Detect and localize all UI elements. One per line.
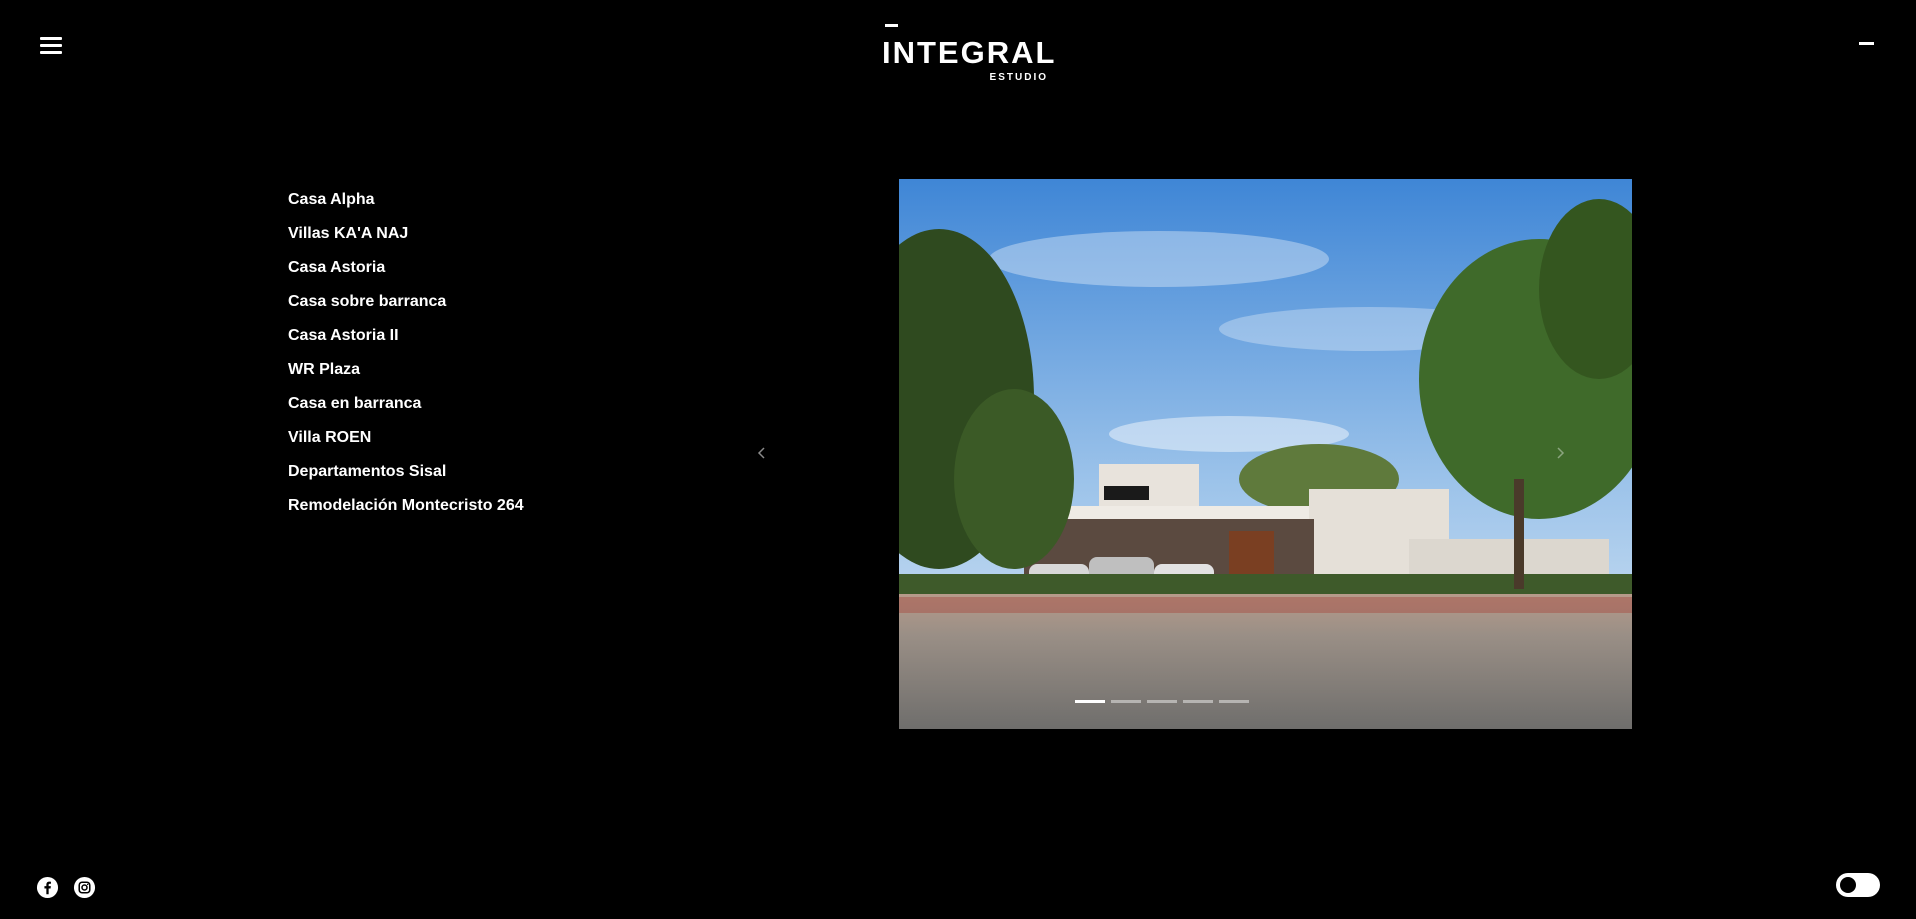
project-item[interactable]: Casa Alpha (288, 190, 524, 224)
project-item[interactable]: Villa ROEN (288, 428, 524, 462)
social-links (36, 876, 96, 899)
menu-button[interactable] (40, 37, 62, 57)
project-item[interactable]: Casa en barranca (288, 394, 524, 428)
slider-dot[interactable] (1147, 700, 1177, 703)
logo-subtitle: ESTUDIO (989, 72, 1048, 83)
chevron-left-icon[interactable] (756, 445, 768, 461)
theme-toggle-switch[interactable] (1836, 873, 1880, 897)
hamburger-menu-icon (40, 37, 62, 40)
slider-dot[interactable] (1183, 700, 1213, 703)
chevron-right-icon[interactable] (1554, 445, 1566, 461)
project-item[interactable]: Casa Astoria II (288, 326, 524, 360)
logo-accent-bar (885, 24, 898, 27)
slider-dot[interactable] (1075, 700, 1105, 703)
project-item[interactable]: Casa sobre barranca (288, 292, 524, 326)
project-image-slider[interactable] (899, 179, 1632, 729)
project-item[interactable]: WR Plaza (288, 360, 524, 394)
project-render-image (899, 179, 1632, 729)
project-list: Casa Alpha Villas KA'A NAJ Casa Astoria … (288, 190, 524, 530)
slider-pagination (1075, 700, 1249, 703)
slider-dot[interactable] (1111, 700, 1141, 703)
project-item[interactable]: Remodelación Montecristo 264 (288, 496, 524, 530)
project-item[interactable]: Departamentos Sisal (288, 462, 524, 496)
toggle-knob (1840, 877, 1856, 893)
project-item[interactable]: Villas KA'A NAJ (288, 224, 524, 258)
logo-wordmark: INTEGRAL (882, 35, 1057, 70)
minus-icon[interactable] (1859, 42, 1874, 45)
facebook-icon[interactable] (36, 876, 59, 899)
logo[interactable]: INTEGRAL ESTUDIO (882, 24, 1054, 84)
project-item[interactable]: Casa Astoria (288, 258, 524, 292)
instagram-icon[interactable] (73, 876, 96, 899)
slider-dot[interactable] (1219, 700, 1249, 703)
